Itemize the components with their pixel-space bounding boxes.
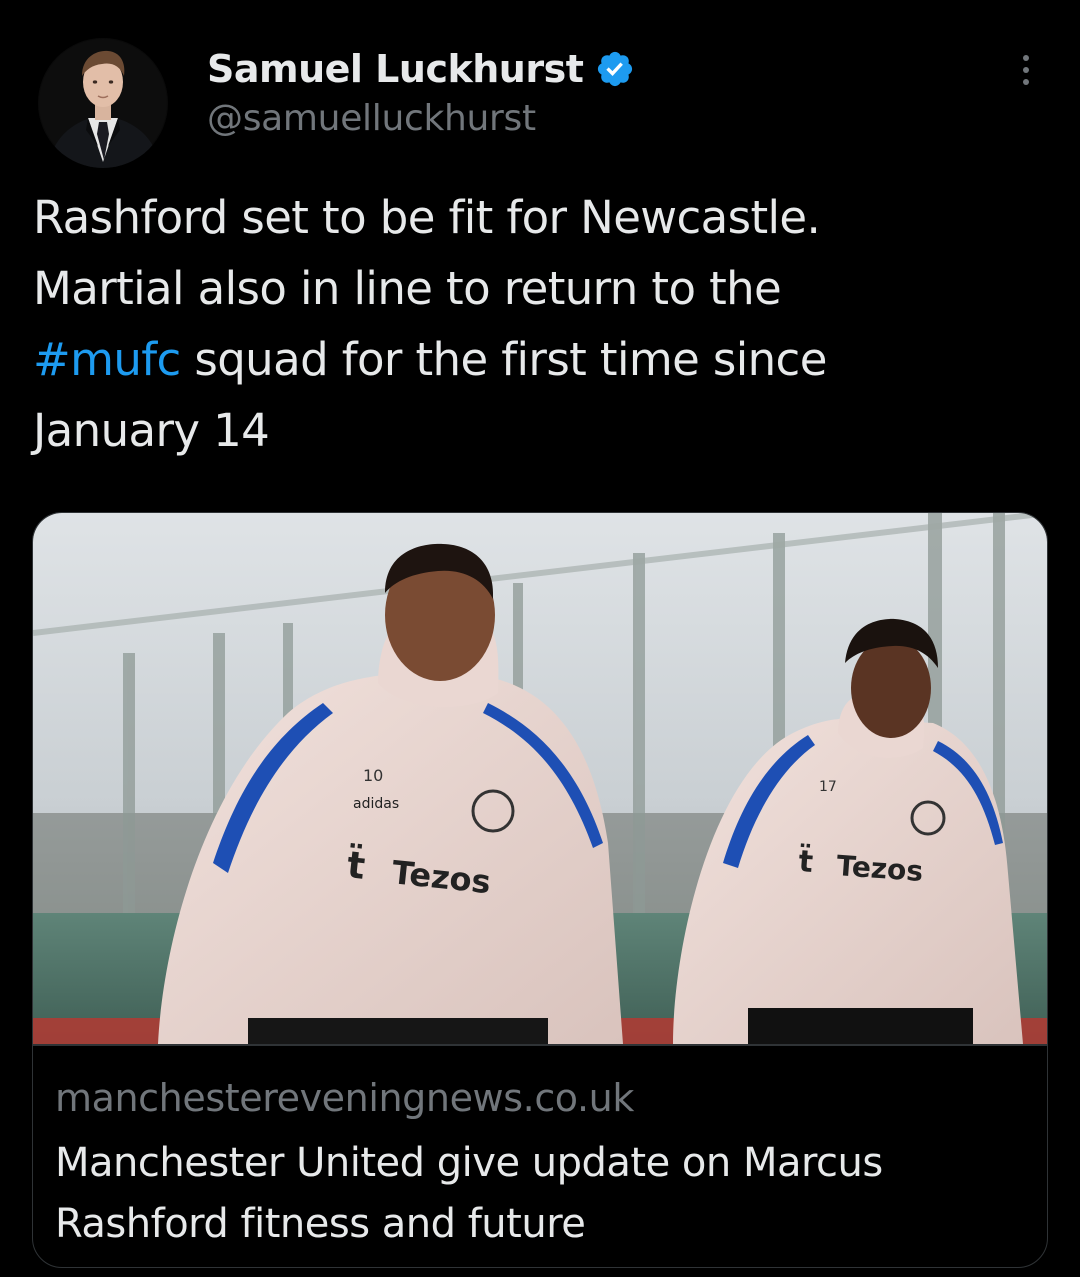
tweet-text-segment: squad for the first time since (180, 333, 827, 386)
card-domain[interactable]: manchestereveningnews.co.uk (55, 1076, 634, 1120)
author-handle[interactable]: @samuelluckhurst (207, 98, 536, 139)
hashtag-link[interactable]: #mufc (33, 333, 181, 386)
card-title-line: Manchester United give update on Marcus (55, 1140, 883, 1186)
avatar[interactable] (38, 38, 168, 168)
more-options-button[interactable] (1004, 48, 1048, 92)
more-dot-icon (1023, 55, 1029, 61)
link-card[interactable]: ẗ Tezos adidas 10 ẗ Tezos 17 manchestere (32, 512, 1048, 1268)
tweet-text-line: Rashford set to be fit for Newcastle. (33, 182, 1043, 253)
verified-badge-icon (598, 51, 633, 87)
sponsor-right: Tezos (836, 849, 925, 888)
brand-left: adidas (353, 796, 399, 812)
two-players-training-photo-icon: ẗ Tezos adidas 10 ẗ Tezos 17 (33, 513, 1047, 1044)
tweet-text-line: Martial also in line to return to the (33, 253, 1043, 324)
tweet-text-segment: January 14 (33, 404, 270, 457)
number-right: 17 (819, 779, 837, 795)
person-in-suit-avatar-icon (38, 38, 168, 168)
card-divider (33, 1044, 1047, 1046)
display-name[interactable]: Samuel Luckhurst (207, 47, 584, 91)
tweet-text: Rashford set to be fit for Newcastle. Ma… (33, 182, 1043, 466)
card-image[interactable]: ẗ Tezos adidas 10 ẗ Tezos 17 (33, 513, 1047, 1044)
more-dot-icon (1023, 79, 1029, 85)
author-name-row[interactable]: Samuel Luckhurst (207, 42, 635, 96)
tweet-text-segment: Martial also in line to return to the (33, 262, 782, 315)
svg-text:ẗ: ẗ (797, 843, 814, 880)
number-left: 10 (363, 766, 383, 785)
card-title[interactable]: Manchester United give update on Marcus … (55, 1133, 1015, 1255)
more-dot-icon (1023, 67, 1029, 73)
tweet-text-line: #mufc squad for the first time since (33, 324, 1043, 395)
tweet-text-line: January 14 (33, 395, 1043, 466)
tweet[interactable]: Samuel Luckhurst @samuelluckhurst Rashfo… (0, 0, 1080, 1277)
tweet-text-segment: Rashford set to be fit for Newcastle. (33, 191, 821, 244)
card-title-line: Rashford fitness and future (55, 1201, 586, 1247)
